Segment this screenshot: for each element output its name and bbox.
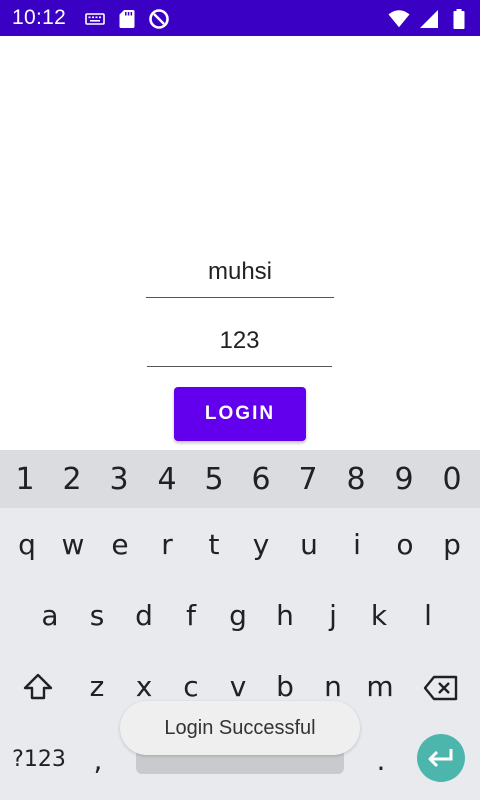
key-n[interactable]: n [309,670,357,703]
username-underline [146,297,334,298]
key-1[interactable]: 1 [1,462,49,497]
shift-key[interactable] [14,672,62,708]
password-underline [147,366,332,367]
username-field[interactable]: muhsi [146,258,334,298]
key-8[interactable]: 8 [332,462,380,497]
signal-icon [418,8,440,30]
key-k[interactable]: k [355,599,403,632]
key-d[interactable]: d [120,599,168,632]
backspace-icon [423,675,458,701]
key-r[interactable]: r [143,528,191,561]
key-h[interactable]: h [261,599,309,632]
key-6[interactable]: 6 [237,462,285,497]
symbols-key[interactable]: ?123 [8,747,70,772]
key-l[interactable]: l [404,599,452,632]
shift-icon [23,673,53,700]
key-q[interactable]: q [3,528,51,561]
wifi-icon [388,8,410,30]
comma-key[interactable]: , [74,744,122,777]
toast-text: Login Successful [164,716,316,739]
key-o[interactable]: o [381,528,429,561]
key-0[interactable]: 0 [428,462,476,497]
status-left-icons [84,8,170,30]
battery-icon [448,8,470,30]
data-saver-icon [148,8,170,30]
key-c[interactable]: c [167,670,215,703]
password-field[interactable]: 123 [147,327,332,367]
toast-message: Login Successful [120,701,360,755]
enter-icon [428,749,453,768]
keyboard-icon [84,8,106,30]
status-right-icons [388,8,470,30]
key-5[interactable]: 5 [190,462,238,497]
key-3[interactable]: 3 [95,462,143,497]
key-s[interactable]: s [73,599,121,632]
key-u[interactable]: u [285,528,333,561]
enter-button[interactable] [417,734,465,782]
key-7[interactable]: 7 [284,462,332,497]
key-e[interactable]: e [96,528,144,561]
status-time: 10:12 [12,6,67,29]
key-t[interactable]: t [190,528,238,561]
key-i[interactable]: i [333,528,381,561]
key-b[interactable]: b [261,670,309,703]
key-z[interactable]: z [73,670,121,703]
period-key[interactable]: . [357,744,405,777]
key-m[interactable]: m [356,670,404,703]
key-v[interactable]: v [214,670,262,703]
backspace-key[interactable] [416,674,466,706]
key-y[interactable]: y [237,528,285,561]
key-x[interactable]: x [120,670,168,703]
key-2[interactable]: 2 [48,462,96,497]
key-f[interactable]: f [167,599,215,632]
key-p[interactable]: p [428,528,476,561]
key-9[interactable]: 9 [380,462,428,497]
login-button[interactable]: LOGIN [174,387,306,441]
key-4[interactable]: 4 [143,462,191,497]
key-a[interactable]: a [26,599,74,632]
key-j[interactable]: j [309,599,357,632]
password-value: 123 [219,327,260,354]
key-w[interactable]: w [49,528,97,561]
username-value: muhsi [207,258,273,285]
sd-card-icon [116,8,138,30]
key-g[interactable]: g [214,599,262,632]
status-bar: 10:12 [0,0,480,36]
